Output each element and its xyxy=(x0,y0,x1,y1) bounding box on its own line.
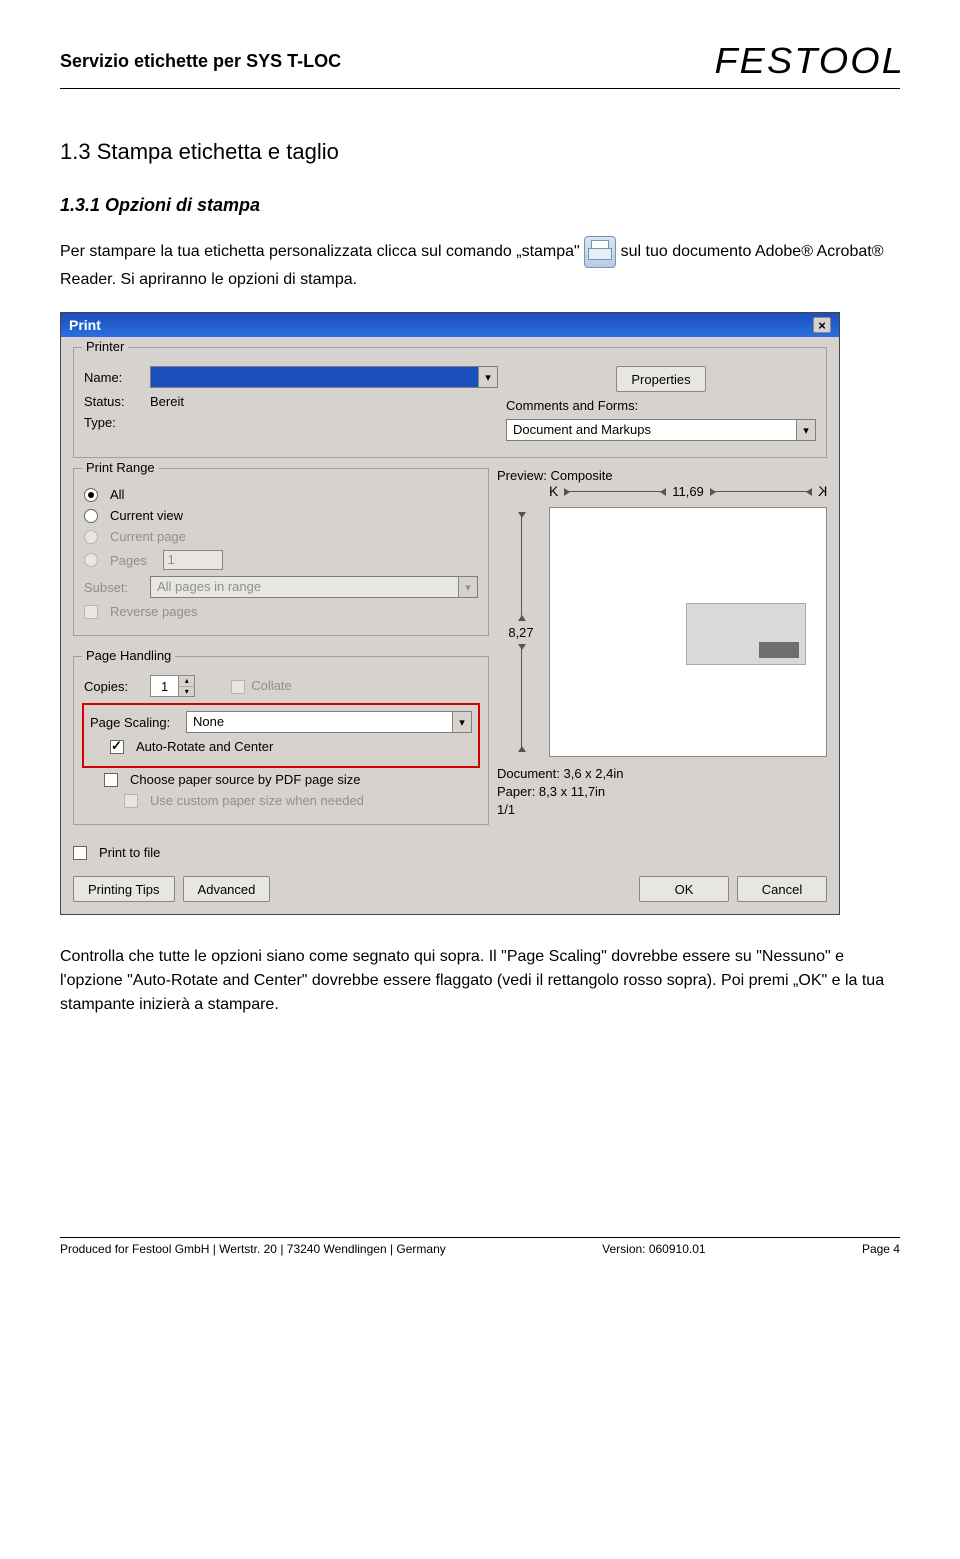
radio-all[interactable] xyxy=(84,488,98,502)
intro-paragraph: Per stampare la tua etichetta personaliz… xyxy=(60,236,900,292)
intro-pre: Per stampare la tua etichetta personaliz… xyxy=(60,243,580,260)
close-icon[interactable]: × xyxy=(813,317,831,333)
status-value: Bereit xyxy=(150,394,184,409)
reverse-checkbox xyxy=(84,605,98,619)
brand-logo: FESTOOL xyxy=(714,40,904,82)
preview-thumbnail xyxy=(686,603,806,665)
page-handling-fieldset: Page Handling Copies: 1▴▾ Collate Page S… xyxy=(73,656,489,825)
highlighted-region: Page Scaling: None Auto-Rotate and Cente… xyxy=(82,703,480,768)
dialog-titlebar: Print × xyxy=(61,313,839,337)
page-header: Servizio etichette per SYS T-LOC FESTOOL xyxy=(60,40,900,89)
autorotate-checkbox[interactable] xyxy=(110,740,124,754)
page-footer: Produced for Festool GmbH | Wertstr. 20 … xyxy=(60,1237,900,1256)
ok-button[interactable]: OK xyxy=(639,876,729,902)
properties-button[interactable]: Properties xyxy=(616,366,705,392)
radio-pages xyxy=(84,553,98,567)
scaling-dropdown[interactable]: None xyxy=(186,711,472,733)
advanced-button[interactable]: Advanced xyxy=(183,876,271,902)
collate-checkbox xyxy=(231,680,245,694)
width-dimension: K11,69K xyxy=(549,483,827,499)
printer-fieldset: Printer Name: Status: Bereit Type: xyxy=(73,347,827,458)
footer-left: Produced for Festool GmbH | Wertstr. 20 … xyxy=(60,1242,446,1256)
range-legend: Print Range xyxy=(82,460,159,475)
name-label: Name: xyxy=(84,370,144,385)
comments-dropdown[interactable]: Document and Markups xyxy=(506,419,816,441)
printer-legend: Printer xyxy=(82,339,128,354)
footer-version: Version: 060910.01 xyxy=(602,1242,705,1256)
dialog-title-text: Print xyxy=(69,317,101,333)
print-dialog-screenshot: Print × Printer Name: Status: Bereit xyxy=(60,312,840,915)
print-range-fieldset: Print Range All Current view Current pag… xyxy=(73,468,489,636)
choose-source-checkbox[interactable] xyxy=(104,773,118,787)
status-label: Status: xyxy=(84,394,144,409)
subsection-title: 1.3.1 Opzioni di stampa xyxy=(60,195,900,216)
section-title: 1.3 Stampa etichetta e taglio xyxy=(60,139,900,165)
copies-label: Copies: xyxy=(84,679,144,694)
preview-column: Preview: Composite K11,69K 8,27 xyxy=(497,468,827,820)
type-label: Type: xyxy=(84,415,144,430)
height-dimension: 8,27 xyxy=(498,508,544,756)
printer-icon xyxy=(584,236,616,268)
radio-current-page xyxy=(84,530,98,544)
subset-label: Subset: xyxy=(84,580,144,595)
header-title: Servizio etichette per SYS T-LOC xyxy=(60,51,341,72)
printing-tips-button[interactable]: Printing Tips xyxy=(73,876,175,902)
scaling-label: Page Scaling: xyxy=(90,715,180,730)
radio-current-view[interactable] xyxy=(84,509,98,523)
instructions-paragraph: Controlla che tutte le opzioni siano com… xyxy=(60,945,900,1017)
printer-name-dropdown[interactable] xyxy=(150,366,498,388)
preview-label: Preview: Composite xyxy=(497,468,827,483)
copies-spinner[interactable]: 1▴▾ xyxy=(150,675,195,697)
custom-paper-checkbox xyxy=(124,794,138,808)
subset-dropdown: All pages in range xyxy=(150,576,478,598)
preview-box: 8,27 xyxy=(549,507,827,757)
footer-page: Page 4 xyxy=(862,1242,900,1256)
preview-info: Document: 3,6 x 2,4in Paper: 8,3 x 11,7i… xyxy=(497,765,827,820)
pages-input: 1 xyxy=(163,550,223,570)
print-to-file-checkbox[interactable] xyxy=(73,846,87,860)
comments-label: Comments and Forms: xyxy=(506,398,638,413)
cancel-button[interactable]: Cancel xyxy=(737,876,827,902)
handling-legend: Page Handling xyxy=(82,648,175,663)
